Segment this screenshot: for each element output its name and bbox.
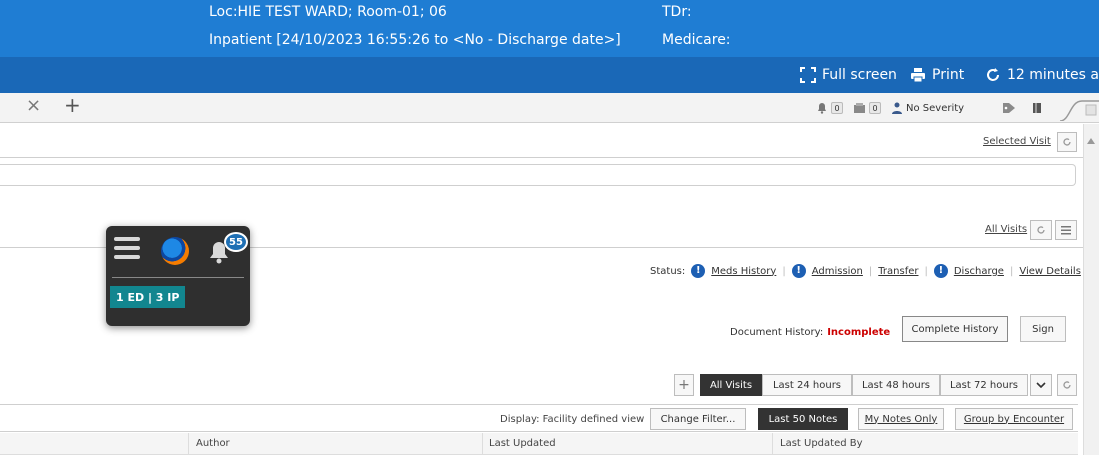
- floating-launcher-widget[interactable]: 55 1 ED | 3 IP: [106, 226, 250, 326]
- add-note-button[interactable]: +: [674, 374, 694, 396]
- document-history-row: Document History: Incomplete: [730, 321, 890, 343]
- refresh-label: 12 minutes ag: [1007, 67, 1099, 83]
- bell-icon: [818, 103, 826, 114]
- view-details-link[interactable]: View Details: [1019, 266, 1081, 277]
- severity-label: No Severity: [906, 102, 965, 114]
- vertical-scrollbar[interactable]: [1083, 124, 1099, 455]
- alerts-indicator[interactable]: 0: [816, 99, 843, 117]
- tab-strip: × + 0 0 No Severity: [0, 93, 1099, 123]
- menu-icon[interactable]: [114, 237, 140, 263]
- encounter-info: Inpatient [24/10/2023 16:55:26 to <No - …: [209, 32, 621, 48]
- meds-history-link[interactable]: Meds History: [711, 266, 776, 277]
- full-screen-label: Full screen: [822, 67, 897, 83]
- change-filter-button[interactable]: Change Filter...: [650, 408, 746, 430]
- group-by-encounter-button[interactable]: Group by Encounter: [955, 408, 1073, 430]
- discharge-link[interactable]: Discharge: [954, 266, 1004, 277]
- display-label: Display: Facility defined view: [500, 414, 645, 425]
- refresh-icon: [1063, 138, 1071, 146]
- range-24-hours-button[interactable]: Last 24 hours: [762, 374, 852, 396]
- widget-divider: [112, 277, 244, 278]
- range-all-visits-button[interactable]: All Visits: [700, 374, 762, 396]
- status-label: Status:: [650, 265, 686, 277]
- tag-indicator[interactable]: [1002, 99, 1016, 117]
- severity-indicator[interactable]: No Severity: [891, 99, 964, 117]
- admission-link[interactable]: Admission: [812, 266, 863, 277]
- documents-count: 0: [869, 102, 881, 114]
- column-last-updated[interactable]: Last Updated: [489, 438, 556, 449]
- book-indicator[interactable]: [1031, 99, 1043, 117]
- column-author[interactable]: Author: [196, 438, 230, 449]
- sign-button[interactable]: Sign: [1020, 316, 1066, 342]
- selected-visit-link[interactable]: Selected Visit: [983, 136, 1051, 147]
- last-50-notes-button[interactable]: Last 50 Notes: [758, 408, 848, 430]
- column-last-updated-by[interactable]: Last Updated By: [780, 438, 863, 449]
- all-visits-link[interactable]: All Visits: [985, 224, 1027, 235]
- transfer-link[interactable]: Transfer: [878, 266, 918, 277]
- close-tab-button[interactable]: ×: [26, 95, 41, 116]
- range-72-hours-button[interactable]: Last 72 hours: [940, 374, 1028, 396]
- filter-row: Display: Facility defined view Change Fi…: [0, 404, 1078, 432]
- info-icon: !: [691, 264, 706, 278]
- person-icon: [892, 102, 902, 114]
- toolbar: Full screen Print 12 minutes ag: [0, 57, 1099, 93]
- selected-visit-refresh-button[interactable]: [1057, 132, 1077, 152]
- refresh-button[interactable]: 12 minutes ag: [985, 57, 1099, 93]
- my-notes-only-button[interactable]: My Notes Only: [858, 408, 944, 430]
- notification-badge: 55: [224, 232, 248, 252]
- notes-table-header: Author Last Updated Last Updated By: [0, 433, 1078, 455]
- refresh-icon: [987, 68, 999, 81]
- selected-visit-bar: Selected Visit: [0, 124, 1083, 158]
- tag-icon: [1003, 103, 1015, 113]
- all-visits-menu-button[interactable]: [1055, 220, 1077, 240]
- patient-banner: Loc:HIE TEST WARD; Room-01; 06 Inpatient…: [0, 0, 1099, 57]
- refresh-icon: [1037, 226, 1045, 234]
- scroll-up-icon: [1087, 138, 1095, 144]
- range-refresh-button[interactable]: [1057, 374, 1077, 396]
- print-button[interactable]: Print: [910, 57, 964, 93]
- visit-search-band[interactable]: [0, 164, 1076, 186]
- patient-count-tag[interactable]: 1 ED | 3 IP: [110, 286, 186, 308]
- browser-icon[interactable]: [161, 237, 189, 265]
- chevron-down-icon: [1036, 382, 1046, 388]
- info-icon: !: [933, 264, 948, 278]
- refresh-icon: [1063, 381, 1071, 389]
- document-icon: [854, 103, 865, 113]
- patient-location: Loc:HIE TEST WARD; Room-01; 06: [209, 4, 447, 20]
- treating-doctor: TDr:: [662, 4, 692, 20]
- status-row: Status: ! Meds History | ! Admission | T…: [650, 264, 1081, 278]
- documents-indicator[interactable]: 0: [853, 99, 881, 117]
- document-history-label: Document History:: [730, 326, 824, 338]
- print-icon: [911, 68, 925, 83]
- all-visits-refresh-button[interactable]: [1030, 220, 1052, 240]
- complete-history-button[interactable]: Complete History: [902, 316, 1008, 342]
- info-icon: !: [791, 264, 806, 278]
- menu-icon: [1061, 226, 1071, 235]
- fullscreen-icon: [800, 67, 816, 83]
- print-label: Print: [932, 67, 965, 83]
- range-dropdown-button[interactable]: [1030, 374, 1052, 396]
- book-icon: [1033, 103, 1041, 113]
- add-tab-button[interactable]: +: [64, 93, 81, 117]
- document-history-status: Incomplete: [827, 326, 891, 338]
- tab-curve-icon: [1060, 100, 1099, 121]
- range-48-hours-button[interactable]: Last 48 hours: [852, 374, 940, 396]
- medicare-label: Medicare:: [662, 32, 731, 48]
- alerts-count: 0: [831, 102, 843, 114]
- full-screen-button[interactable]: Full screen: [800, 57, 897, 93]
